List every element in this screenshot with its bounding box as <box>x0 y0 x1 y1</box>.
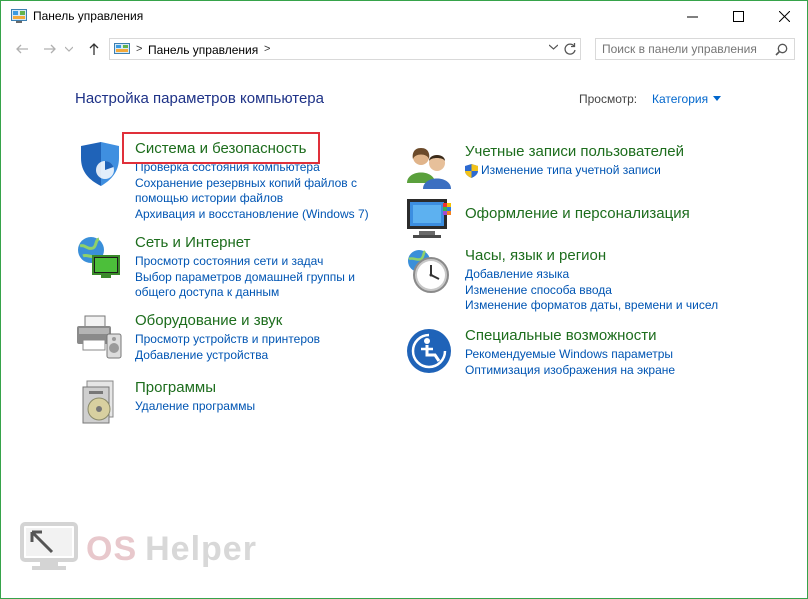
title-bar: Панель управления <box>1 1 807 31</box>
search-icon[interactable] <box>775 43 788 56</box>
watermark: OS Helper <box>20 522 270 582</box>
link-date-formats[interactable]: Изменение форматов даты, времени и чисел <box>465 298 718 314</box>
recent-locations-button[interactable] <box>63 40 75 58</box>
link-change-account-type-label[interactable]: Изменение типа учетной записи <box>481 163 661 177</box>
back-button[interactable] <box>13 40 31 58</box>
navigation-bar: > Панель управления > <box>1 36 807 62</box>
category-user-accounts: Учетные записи пользователей Изменение т… <box>405 143 785 191</box>
clock-globe-icon <box>408 250 449 293</box>
link-homegroup[interactable]: Выбор параметров домашней группы и <box>135 270 355 286</box>
network-globe-icon <box>78 237 120 278</box>
up-button[interactable] <box>85 40 103 58</box>
monitor-palette-icon <box>407 199 451 238</box>
link-input-method[interactable]: Изменение способа ввода <box>465 283 718 299</box>
category-network: Сеть и Интернет Просмотр состояния сети … <box>75 234 395 304</box>
link-add-language[interactable]: Добавление языка <box>465 267 718 283</box>
arrow-right-icon <box>44 44 56 54</box>
breadcrumb-separator[interactable]: > <box>136 43 142 55</box>
maximize-button[interactable] <box>715 1 761 31</box>
window-title: Панель управления <box>33 9 144 23</box>
category-clock-region: Часы, язык и регион Добавление языка Изм… <box>405 247 805 317</box>
arrow-left-icon <box>16 44 28 54</box>
watermark-helper: Helper <box>145 530 257 568</box>
minimize-icon <box>686 16 698 17</box>
category-hardware: Оборудование и звук Просмотр устройств и… <box>75 312 395 368</box>
watermark-os: OS <box>86 530 138 568</box>
users-icon <box>407 148 451 189</box>
forward-button[interactable] <box>41 40 59 58</box>
link-file-history-cont[interactable]: помощью истории файлов <box>135 191 369 207</box>
view-by-value[interactable]: Категория <box>652 92 708 106</box>
category-title-clock[interactable]: Часы, язык и регион <box>465 247 606 264</box>
refresh-icon[interactable] <box>563 42 577 56</box>
minimize-button[interactable] <box>669 1 715 31</box>
highlight-box <box>122 132 320 164</box>
link-add-device[interactable]: Добавление устройства <box>135 348 320 364</box>
programs-disc-icon <box>82 380 114 424</box>
link-optimize-display[interactable]: Оптимизация изображения на экране <box>465 363 675 379</box>
view-by-label: Просмотр: <box>579 92 638 106</box>
category-appearance: Оформление и персонализация <box>405 195 785 243</box>
uac-shield-icon <box>465 164 478 178</box>
link-network-status[interactable]: Просмотр состояния сети и задач <box>135 254 355 270</box>
link-devices-printers[interactable]: Просмотр устройств и принтеров <box>135 332 320 348</box>
category-title-accounts[interactable]: Учетные записи пользователей <box>465 143 684 160</box>
search-input[interactable] <box>602 41 772 57</box>
security-shield-icon <box>81 142 119 186</box>
link-backup-restore[interactable]: Архивация и восстановление (Windows 7) <box>135 207 369 223</box>
chevron-down-icon <box>65 46 73 52</box>
page-heading: Настройка параметров компьютера <box>75 90 324 107</box>
search-box[interactable] <box>595 38 795 60</box>
address-bar[interactable]: > Панель управления > <box>109 38 581 60</box>
link-homegroup-cont[interactable]: общего доступа к данным <box>135 285 355 301</box>
maximize-icon <box>732 10 744 22</box>
control-panel-icon <box>11 9 27 23</box>
printer-icon <box>77 315 122 359</box>
category-title-network[interactable]: Сеть и Интернет <box>135 234 251 251</box>
link-change-account-type[interactable]: Изменение типа учетной записи <box>465 163 661 179</box>
link-file-history[interactable]: Сохранение резервных копий файлов с <box>135 176 369 192</box>
close-icon <box>778 10 790 22</box>
category-title-appearance[interactable]: Оформление и персонализация <box>465 205 690 222</box>
link-recommended-settings[interactable]: Рекомендуемые Windows параметры <box>465 347 675 363</box>
close-button[interactable] <box>761 1 807 31</box>
breadcrumb-separator-end[interactable]: > <box>264 43 270 55</box>
control-panel-small-icon <box>114 43 130 54</box>
watermark-monitor-icon <box>20 522 78 570</box>
category-title-programs[interactable]: Программы <box>135 379 216 396</box>
ease-of-access-icon <box>407 329 451 373</box>
category-ease-of-access: Специальные возможности Рекомендуемые Wi… <box>405 327 785 383</box>
address-dropdown-icon[interactable] <box>549 44 558 50</box>
caret-down-icon <box>713 96 722 101</box>
link-uninstall-program[interactable]: Удаление программы <box>135 399 255 415</box>
breadcrumb-control-panel[interactable]: Панель управления <box>148 43 258 57</box>
watermark-text: OS Helper <box>86 530 257 569</box>
category-title-ease[interactable]: Специальные возможности <box>465 327 657 344</box>
view-by-dropdown[interactable]: Категория <box>652 92 722 106</box>
arrow-up-icon <box>89 43 99 55</box>
category-programs: Программы Удаление программы <box>75 379 395 427</box>
category-title-hardware[interactable]: Оборудование и звук <box>135 312 282 329</box>
